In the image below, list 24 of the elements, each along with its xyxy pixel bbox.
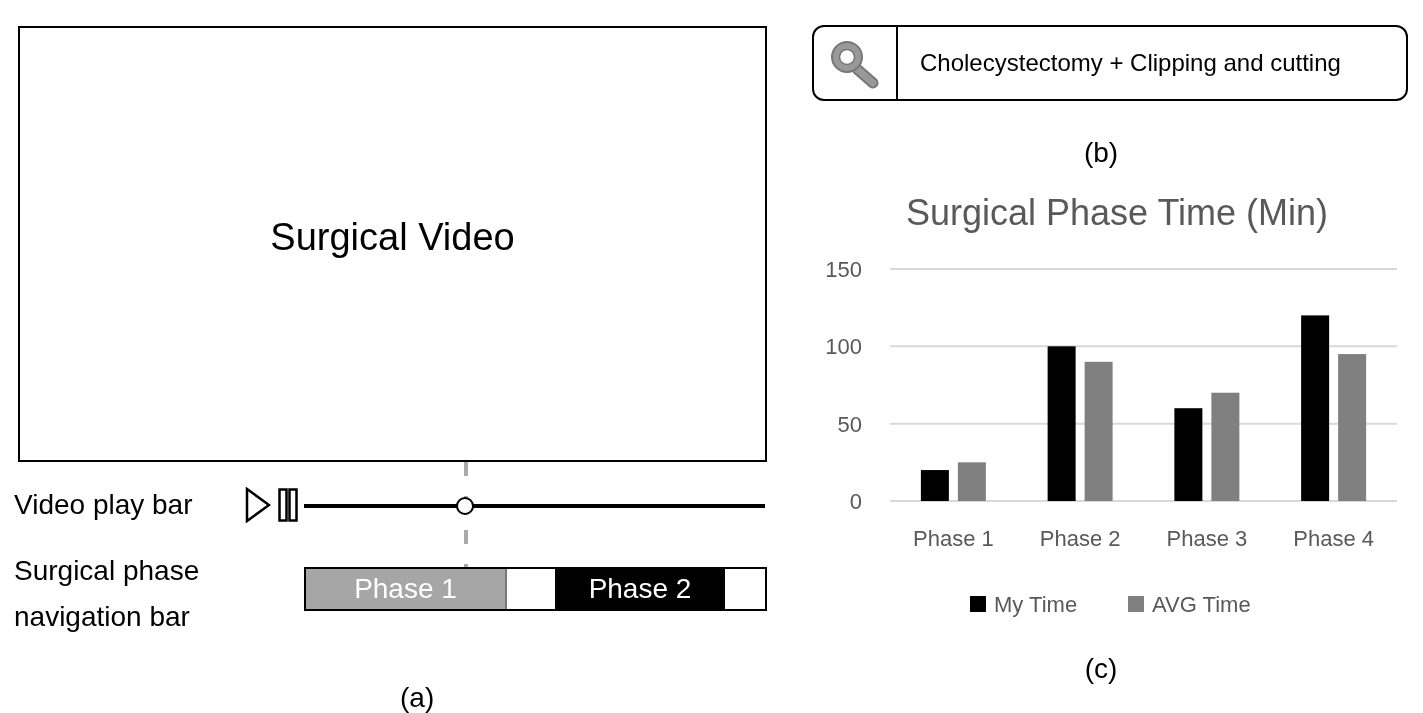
figure-caption: (b): [1082, 137, 1120, 169]
tick-label: 100: [825, 334, 862, 360]
play-icon[interactable]: [245, 487, 271, 523]
tick-label: 0: [849, 489, 862, 514]
category-label: Phase 1: [913, 526, 994, 551]
category-label: Phase 2: [1039, 526, 1121, 551]
category-label: Phase 3: [1166, 526, 1248, 551]
tick-label: 50: [837, 411, 862, 437]
figure-caption: (a): [400, 682, 436, 713]
legend-label: My Time: [994, 592, 1078, 617]
bar: [957, 462, 986, 501]
figure-caption: (c): [1083, 653, 1119, 685]
legend-label: AVG Time: [1152, 592, 1251, 617]
tick-label: 150: [825, 257, 862, 282]
pause-icon[interactable]: [278, 488, 298, 522]
search-field[interactable]: Cholecystectomy + Clipping and cutting: [812, 25, 1408, 101]
video-placeholder-label: Surgical Video: [270, 215, 515, 259]
phase-bar-label: Surgical phase navigation bar: [14, 554, 201, 634]
chart-title: Surgical Phase Time (Min): [905, 192, 1329, 233]
phase-segment[interactable]: Phase 2: [555, 569, 725, 609]
category-label: Phase 4: [1293, 526, 1374, 551]
bar: [920, 470, 949, 501]
play-bar-label: Video play bar: [14, 488, 194, 522]
playhead-knob[interactable]: [456, 497, 475, 515]
